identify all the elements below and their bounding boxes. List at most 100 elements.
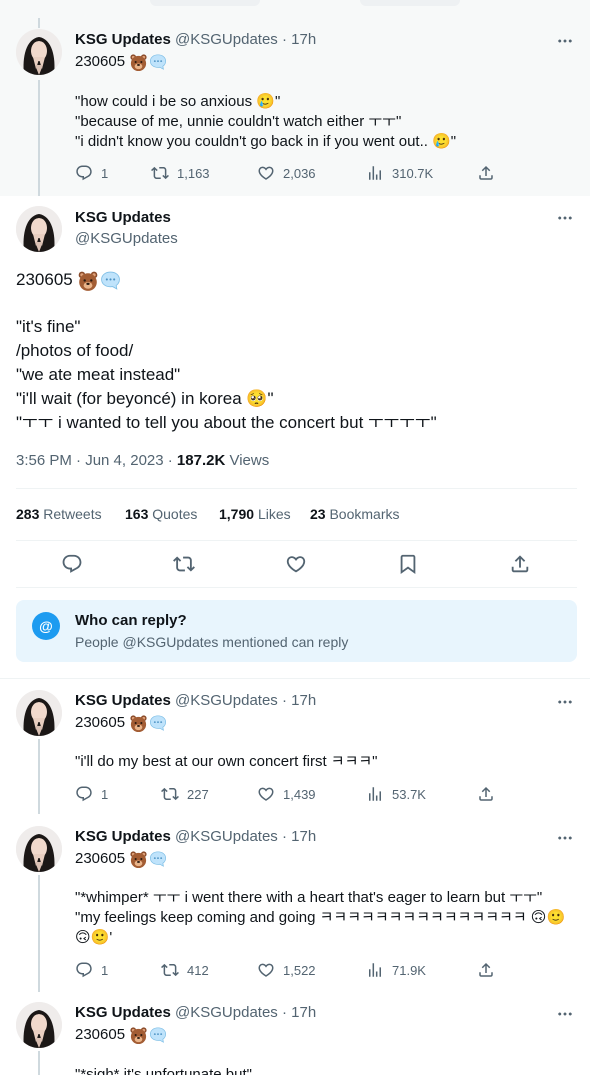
- main-tweet-line: "we ate meat instead": [16, 365, 181, 384]
- main-avatar[interactable]: [16, 206, 62, 252]
- share-icon: [477, 164, 495, 182]
- separator-dot: ·: [281, 828, 287, 845]
- user-handle[interactable]: @KSGUpdates: [175, 828, 278, 845]
- like-button[interactable]: 2,036: [257, 164, 316, 182]
- likes-label: Likes: [257, 506, 291, 522]
- avatar[interactable]: [16, 29, 62, 75]
- reply-icon: [75, 785, 93, 803]
- tweet-text-line: "because of me, unnie couldn't watch eit…: [75, 113, 402, 130]
- like-button[interactable]: 1,439: [257, 785, 316, 803]
- views-button[interactable]: 53.7K: [366, 785, 426, 803]
- bear-emoji-icon: [129, 714, 148, 733]
- reply-icon[interactable]: [61, 553, 83, 575]
- who-can-reply-subtitle: People @KSGUpdates mentioned can reply: [75, 634, 349, 650]
- previous-element-fragment: [360, 0, 460, 6]
- tweet-text-line: "i'll do my best at our own concert firs…: [75, 753, 378, 770]
- bookmark-icon[interactable]: [397, 553, 419, 575]
- who-can-reply-box: @ Who can reply? People @KSGUpdates ment…: [16, 600, 577, 662]
- reply-icon: [75, 164, 93, 182]
- separator-dot: ·: [281, 692, 287, 709]
- thread-tweet[interactable]: KSG Updates @KSGUpdates · 17h 230605 "ho…: [0, 18, 590, 196]
- tweet-date-line: 230605: [75, 52, 167, 72]
- display-name[interactable]: KSG Updates: [75, 692, 171, 709]
- views-button[interactable]: 310.7K: [366, 164, 433, 182]
- display-name[interactable]: KSG Updates: [75, 828, 171, 845]
- like-count: 1,522: [283, 962, 316, 978]
- like-icon: [257, 785, 275, 803]
- user-handle[interactable]: @KSGUpdates: [175, 1004, 278, 1021]
- share-button[interactable]: [477, 785, 495, 803]
- user-handle[interactable]: @KSGUpdates: [175, 692, 278, 709]
- more-icon[interactable]: [556, 32, 574, 50]
- retweet-button[interactable]: 412: [161, 961, 209, 979]
- bear-emoji-icon: [129, 53, 148, 72]
- tweet-time[interactable]: 17h: [291, 31, 316, 48]
- like-count: 1,439: [283, 786, 316, 802]
- likes-stat[interactable]: 1,790 Likes: [219, 505, 291, 523]
- reply-count: 1: [101, 962, 109, 978]
- reply-count: 1: [101, 786, 109, 802]
- reply-button[interactable]: 1: [75, 785, 108, 803]
- reply-tweet[interactable]: KSG Updates @KSGUpdates · 17h 230605 "*w…: [0, 815, 590, 992]
- tweet-text-line: "my feelings keep coming and going ㅋㅋㅋㅋㅋ…: [75, 909, 566, 926]
- thread-connector-line: [38, 18, 40, 28]
- date-text: 230605: [75, 1026, 126, 1043]
- tweet-timestamp[interactable]: 3:56 PM · Jun 4, 2023 ·: [16, 452, 177, 469]
- likes-number: 1,790: [219, 506, 255, 522]
- like-icon[interactable]: [285, 553, 307, 575]
- tweet-time[interactable]: 17h: [291, 1004, 316, 1021]
- date-text: 230605: [75, 850, 126, 867]
- display-name[interactable]: KSG Updates: [75, 31, 171, 48]
- views-count: 71.9K: [392, 962, 426, 978]
- retweet-count: 412: [187, 962, 209, 978]
- date-text: 230605: [75, 53, 126, 70]
- more-icon[interactable]: [556, 1005, 574, 1023]
- main-user-handle[interactable]: @KSGUpdates: [75, 229, 178, 249]
- views-label: Views: [225, 452, 270, 469]
- retweets-stat[interactable]: 283 Retweets: [16, 505, 102, 523]
- retweet-icon[interactable]: [173, 553, 195, 575]
- viewport-bottom-edge: [0, 1075, 590, 1080]
- quotes-label: Quotes: [152, 506, 198, 522]
- reply-tweet[interactable]: KSG Updates @KSGUpdates · 17h 230605 "*s…: [0, 991, 590, 1080]
- retweet-button[interactable]: 227: [161, 785, 209, 803]
- main-tweet-line: /photos of food/: [16, 341, 134, 360]
- like-button[interactable]: 1,522: [257, 961, 316, 979]
- separator-dot: ·: [281, 31, 287, 48]
- main-display-name[interactable]: KSG Updates: [75, 208, 171, 228]
- views-count: 53.7K: [392, 786, 426, 802]
- bookmarks-stat[interactable]: 23 Bookmarks: [310, 505, 400, 523]
- quotes-number: 163: [125, 506, 149, 522]
- main-tweet-date-line: 230605: [16, 268, 121, 292]
- reply-button[interactable]: 1: [75, 961, 108, 979]
- main-tweet-line: "i'll wait (for beyoncé) in korea 🥺": [16, 389, 274, 408]
- date-text: 230605: [16, 270, 73, 289]
- avatar[interactable]: [16, 1002, 62, 1048]
- share-button[interactable]: [477, 164, 495, 182]
- quotes-stat[interactable]: 163 Quotes: [125, 505, 197, 523]
- display-name[interactable]: KSG Updates: [75, 1004, 171, 1021]
- tweet-time[interactable]: 17h: [291, 828, 316, 845]
- avatar[interactable]: [16, 826, 62, 872]
- tweet-header: KSG Updates @KSGUpdates · 17h: [75, 827, 316, 847]
- share-icon[interactable]: [509, 553, 531, 575]
- reply-button[interactable]: 1: [75, 164, 108, 182]
- share-button[interactable]: [477, 961, 495, 979]
- tweet-text-line: "i didn't know you couldn't go back in i…: [75, 133, 457, 150]
- retweet-count: 1,163: [177, 165, 210, 181]
- views-button[interactable]: 71.9K: [366, 961, 426, 979]
- more-icon[interactable]: [556, 209, 574, 227]
- reply-tweet[interactable]: KSG Updates @KSGUpdates · 17h 230605 "i'…: [0, 679, 590, 814]
- tweet-time[interactable]: 17h: [291, 692, 316, 709]
- more-icon[interactable]: [556, 693, 574, 711]
- views-count: 310.7K: [392, 165, 434, 181]
- views-icon: [366, 785, 384, 803]
- speech-bubble-icon: [149, 1026, 167, 1044]
- speech-bubble-icon: [149, 850, 167, 868]
- user-handle[interactable]: @KSGUpdates: [175, 31, 278, 48]
- more-icon[interactable]: [556, 829, 574, 847]
- retweet-button[interactable]: 1,163: [151, 164, 210, 182]
- who-can-reply-title: Who can reply?: [75, 612, 187, 629]
- avatar[interactable]: [16, 690, 62, 736]
- divider: [16, 488, 577, 489]
